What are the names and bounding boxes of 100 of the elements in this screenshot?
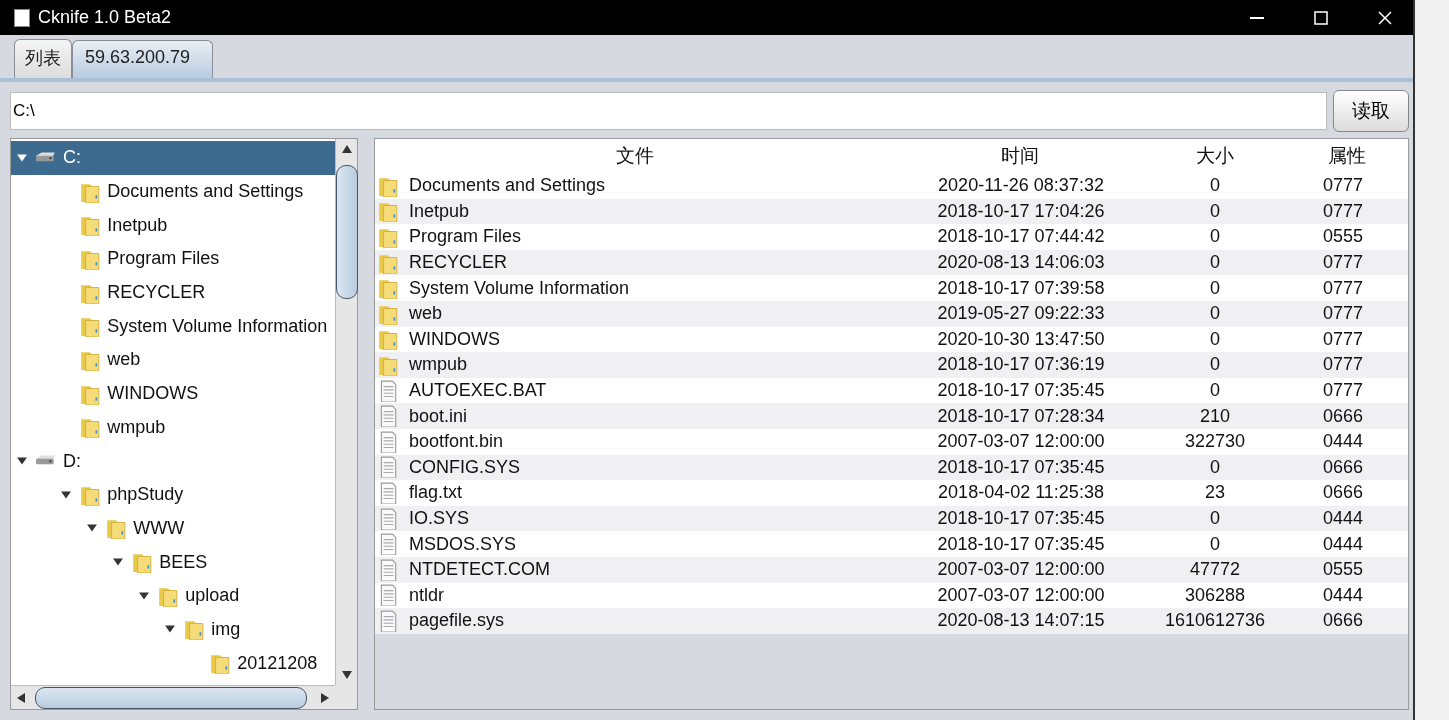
table-cell-text: 1610612736: [1163, 609, 1267, 633]
table-cell-text: 0777: [1322, 251, 1365, 275]
column-header[interactable]: 时间: [895, 139, 1145, 173]
folder-icon: [79, 416, 102, 439]
app-icon: [14, 8, 30, 27]
tree-item[interactable]: D:: [11, 444, 335, 478]
tree-item[interactable]: phpStudy: [11, 477, 335, 512]
table-cell: wmpub: [409, 354, 468, 376]
folder-icon: [183, 618, 206, 641]
table-cell-text: 0777: [1322, 302, 1365, 326]
table-cell: RECYCLER: [409, 252, 508, 274]
table-cell: AUTOEXEC.BAT: [409, 380, 547, 402]
table-cell-text: 0: [1209, 199, 1221, 223]
tree-item[interactable]: C:: [11, 141, 335, 175]
table-cell: ntldr: [409, 584, 444, 606]
table-cell-text: 0777: [1322, 174, 1365, 198]
table-cell-text: 0777: [1322, 379, 1365, 403]
vertical-scrollbar[interactable]: [335, 139, 357, 685]
table-cell-text: 0: [1209, 532, 1221, 556]
tree-item[interactable]: Documents and Settings: [11, 174, 335, 209]
table-cell-text: 0: [1209, 507, 1221, 530]
folder-icon: [79, 214, 102, 237]
scroll-thumb[interactable]: [35, 686, 307, 709]
tree-item[interactable]: upload: [11, 578, 335, 613]
table-cell-text: 210: [1198, 404, 1231, 428]
table-cell-text: 2018-10-17 07:35:45: [936, 507, 1106, 530]
folder-icon: [79, 315, 102, 338]
tree-item[interactable]: RECYCLER: [11, 275, 335, 310]
table-cell-text: 0777: [1322, 327, 1365, 351]
table-cell-text: 2007-03-07 12:00:00: [936, 583, 1106, 607]
tree-item[interactable]: img: [11, 612, 335, 647]
column-header[interactable]: 属性: [1285, 139, 1408, 173]
horizontal-scrollbar[interactable]: [11, 685, 335, 709]
table-cell-text: 0444: [1322, 507, 1365, 530]
tree-item[interactable]: WWW: [11, 511, 335, 546]
window-title: Cknife 1.0 Beta2: [38, 7, 172, 28]
table-cell-text: 2018-10-17 07:35:45: [936, 532, 1106, 556]
table-cell-text: 2007-03-07 12:00:00: [936, 558, 1106, 582]
table-cell-text: 2020-08-13 14:07:15: [936, 609, 1106, 633]
read-button[interactable]: 读取: [1333, 90, 1409, 132]
tree-item[interactable]: wmpub: [11, 410, 335, 445]
tab[interactable]: 列表: [14, 39, 72, 78]
table-cell: CONFIG.SYS: [409, 456, 520, 478]
table-cell-text: 2020-11-26 08:37:32: [937, 174, 1105, 198]
minimize-icon: [1250, 16, 1264, 19]
path-field[interactable]: C:\: [10, 92, 1327, 130]
table-cell: boot.ini: [409, 405, 468, 427]
table-cell-text: 0444: [1322, 583, 1365, 607]
table-cell: Inetpub: [409, 200, 470, 222]
table-cell-text: 0555: [1322, 558, 1365, 582]
table-cell-text: 2018-10-17 07:28:34: [936, 404, 1106, 428]
folder-icon: [209, 652, 232, 675]
table-cell: NTDETECT.COM: [409, 559, 550, 581]
table-cell-text: 2019-05-27 09:22:33: [936, 302, 1106, 326]
table-cell-text: 2018-10-17 07:35:45: [936, 455, 1106, 479]
table-cell-text: 2007-03-07 12:00:00: [936, 430, 1106, 454]
tree-item[interactable]: web: [11, 343, 335, 377]
tree-item[interactable]: Inetpub: [11, 208, 335, 243]
table-cell: System Volume Information: [409, 277, 630, 299]
table-cell-text: 0666: [1322, 404, 1365, 428]
table-cell-text: 2018-04-02 11:25:38: [937, 481, 1105, 505]
table-cell-text: 0: [1209, 379, 1221, 403]
table-cell: WINDOWS: [409, 328, 500, 350]
table-cell-text: 0777: [1322, 353, 1365, 377]
table-cell-text: 0555: [1322, 225, 1365, 249]
table-cell-text: 0: [1209, 225, 1221, 249]
folder-icon: [377, 226, 399, 248]
tree-item[interactable]: Program Files: [11, 242, 335, 276]
table-cell-text: 0: [1209, 174, 1221, 198]
tree-item[interactable]: BEES: [11, 545, 335, 579]
folder-icon: [105, 517, 128, 540]
table-cell: web: [409, 303, 443, 325]
tree-item[interactable]: 20121208: [11, 646, 335, 680]
table-cell: flag.txt: [409, 482, 463, 504]
tree-item[interactable]: System Volume Information: [11, 309, 335, 344]
table-cell-text: 2018-10-17 07:35:45: [936, 379, 1106, 403]
table-cell-text: 2018-10-17 07:36:19: [936, 353, 1106, 377]
table-cell-text: 0777: [1322, 276, 1365, 300]
table-cell-text: 0444: [1322, 430, 1365, 454]
folder-icon: [377, 277, 399, 300]
table-cell-text: 0: [1209, 276, 1221, 300]
table-cell-text: 0: [1209, 455, 1221, 479]
table-cell: bootfont.bin: [409, 431, 504, 453]
table-cell-text: 0777: [1322, 199, 1365, 223]
scroll-thumb[interactable]: [336, 165, 358, 299]
table-cell-text: 2018-10-17 07:44:42: [936, 225, 1106, 249]
column-header[interactable]: 大小: [1145, 139, 1285, 173]
table-cell-text: 306288: [1183, 583, 1247, 607]
table-cell-text: 322730: [1183, 430, 1247, 454]
column-header[interactable]: 文件: [375, 139, 895, 173]
table-cell: IO.SYS: [409, 508, 470, 529]
tree-item[interactable]: WINDOWS: [11, 376, 335, 411]
tab[interactable]: 59.63.200.79: [72, 40, 214, 78]
table-cell: Documents and Settings: [409, 175, 606, 197]
table-cell: MSDOS.SYS: [409, 533, 517, 555]
table-cell-text: 0666: [1322, 609, 1365, 633]
table-cell: Program Files: [409, 226, 522, 248]
table-cell-text: 0444: [1322, 532, 1365, 556]
table-cell-text: 2018-10-17 07:39:58: [936, 276, 1106, 300]
table-cell-text: 0: [1209, 327, 1221, 351]
